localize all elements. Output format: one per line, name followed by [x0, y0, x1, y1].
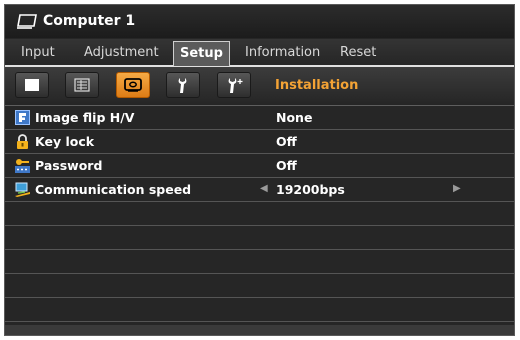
status-bar: [5, 325, 514, 335]
tab-information[interactable]: Information: [239, 42, 326, 64]
image-flip-icon: [15, 110, 30, 125]
menu-grid-button[interactable]: [65, 72, 99, 98]
lock-icon: [15, 134, 30, 149]
monitor-icon: [16, 14, 38, 30]
osd-menu: Computer 1 Input Adjustment Setup Inform…: [4, 4, 515, 336]
empty-row: [5, 202, 514, 226]
setting-value: None: [276, 110, 313, 125]
installation-icon: [124, 78, 142, 92]
settings-list: Image flip H/V None Key lock Off Passwor…: [5, 106, 514, 335]
setting-label: Image flip H/V: [35, 110, 135, 125]
setting-label: Communication speed: [35, 182, 192, 197]
setting-key-lock[interactable]: Key lock Off: [5, 130, 514, 154]
menu-tabs: Input Adjustment Setup Information Reset: [5, 39, 514, 67]
empty-row: [5, 298, 514, 322]
wrench-button[interactable]: [166, 72, 200, 98]
setting-value: Off: [276, 158, 297, 173]
title-bar: Computer 1: [5, 5, 514, 38]
empty-row: [5, 226, 514, 250]
arrow-left-icon[interactable]: ◀: [260, 183, 268, 194]
tab-adjustment[interactable]: Adjustment: [78, 42, 165, 64]
menu-grid-icon: [74, 78, 90, 92]
setting-value: Off: [276, 134, 297, 149]
tab-input[interactable]: Input: [15, 42, 61, 64]
setting-label: Password: [35, 158, 103, 173]
tab-setup[interactable]: Setup: [173, 41, 230, 66]
wrench-icon: [178, 78, 187, 93]
wrench-plus-button[interactable]: [217, 72, 251, 98]
setting-communication-speed[interactable]: Communication speed ◀ 19200bps ▶: [5, 178, 514, 202]
setting-password[interactable]: Password Off: [5, 154, 514, 178]
empty-row: [5, 274, 514, 298]
setting-image-flip[interactable]: Image flip H/V None: [5, 106, 514, 130]
setting-label: Key lock: [35, 134, 95, 149]
arrow-right-icon[interactable]: ▶: [453, 183, 461, 194]
installation-button[interactable]: [116, 72, 150, 98]
empty-row: [5, 250, 514, 274]
screen-icon: [25, 79, 39, 91]
screen-button[interactable]: [15, 72, 49, 98]
setting-value: 19200bps: [276, 182, 345, 197]
section-title: Installation: [275, 78, 359, 93]
communication-icon: [15, 182, 30, 197]
wrench-plus-icon: [228, 78, 243, 93]
setup-toolbar: Installation: [5, 67, 514, 106]
window-title: Computer 1: [43, 13, 136, 29]
tab-reset[interactable]: Reset: [334, 42, 382, 64]
password-icon: [15, 158, 30, 173]
